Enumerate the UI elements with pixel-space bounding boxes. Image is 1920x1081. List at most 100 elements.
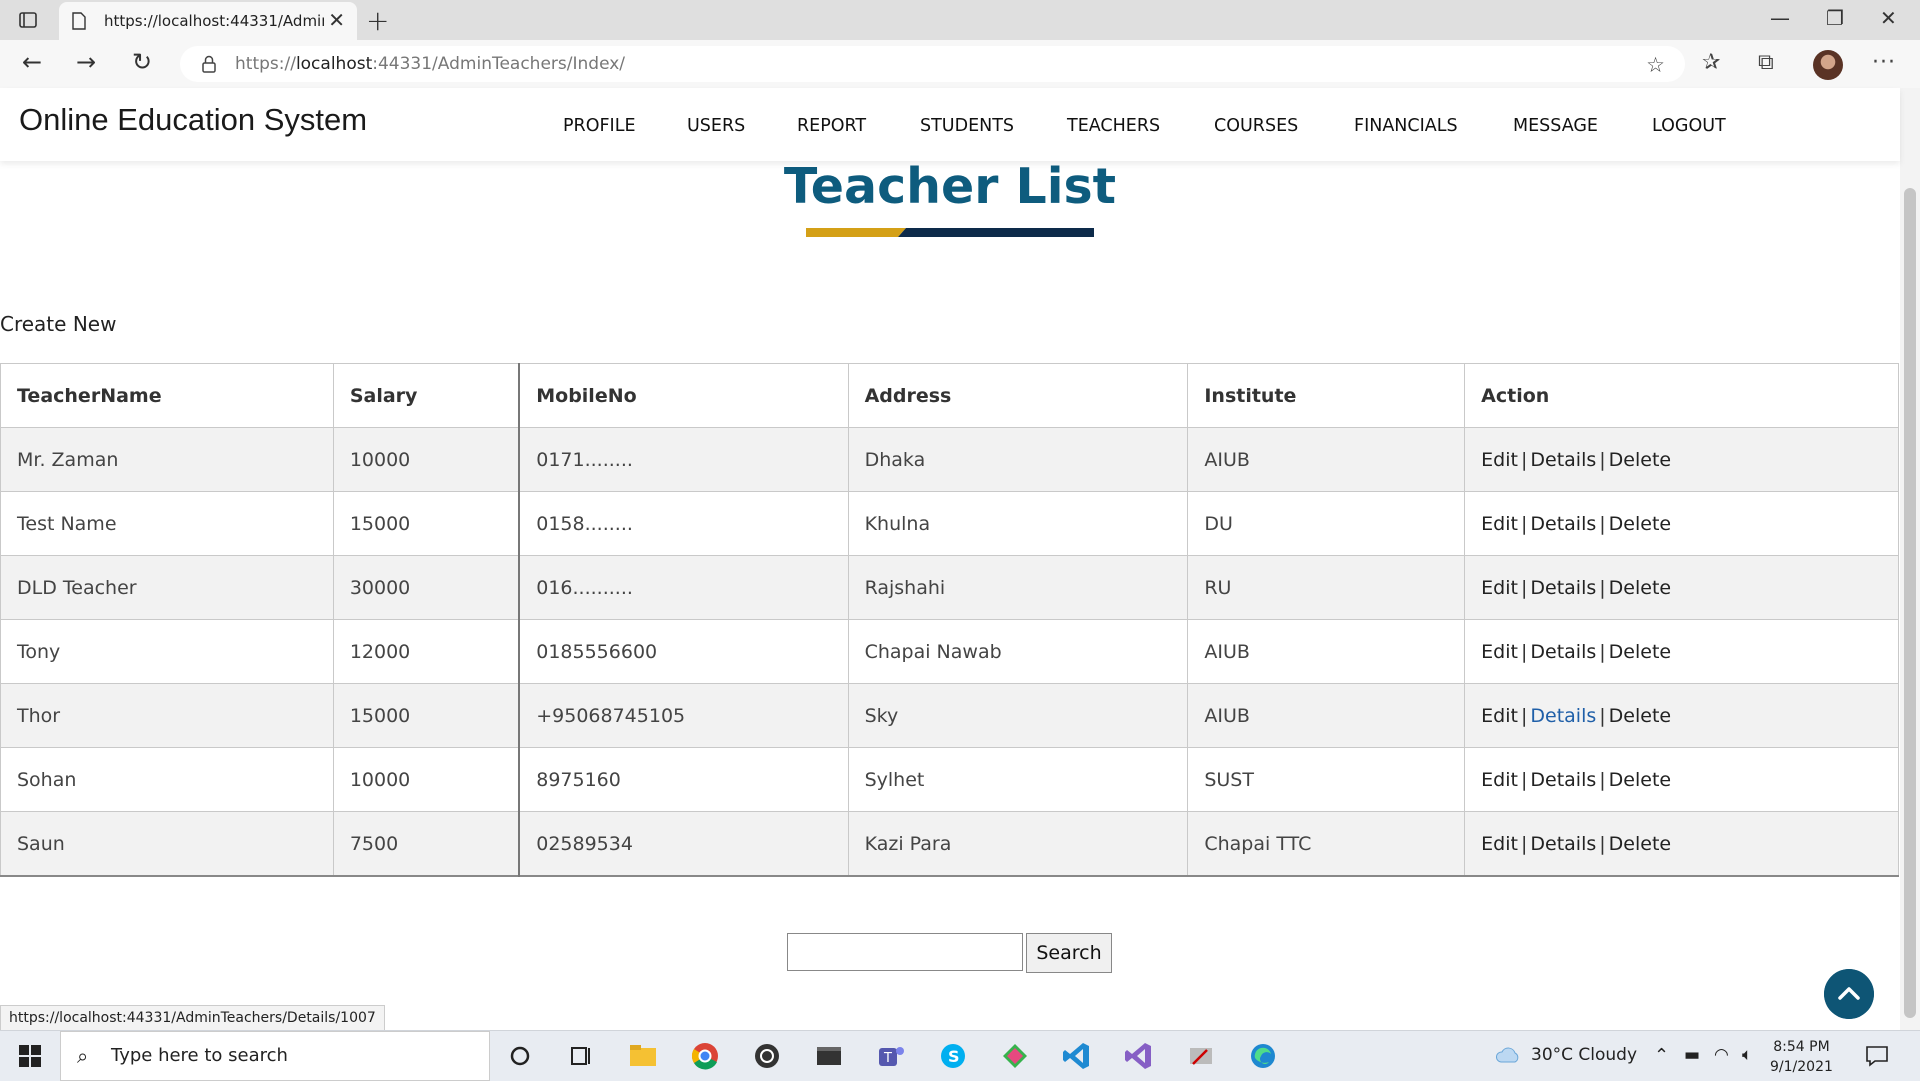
more-icon[interactable]: ··· (1872, 50, 1896, 75)
scrollbar-thumb[interactable] (1904, 188, 1916, 1018)
browser-tab-active[interactable]: https://localhost:44331/AdminTe ✕ (59, 2, 357, 40)
add-favorite-icon[interactable]: ☆ (1646, 53, 1665, 77)
weather-text[interactable]: 30°C Cloudy (1531, 1045, 1637, 1065)
volume-icon[interactable]: 🔈︎ (1742, 1045, 1752, 1065)
cell-salary: 30000 (332, 555, 520, 620)
cell-salary: 15000 (332, 491, 520, 556)
windows-start-icon[interactable] (18, 1044, 42, 1068)
collections-icon[interactable]: ⧉ (1758, 50, 1774, 75)
header-salary[interactable]: Salary (332, 363, 520, 428)
taskbar-clock[interactable]: 8:54 PM 9/1/2021 (1770, 1037, 1833, 1077)
vscode-icon[interactable] (1061, 1040, 1093, 1072)
cell-teachername: DLD Teacher (0, 555, 334, 620)
search-input[interactable] (787, 933, 1023, 971)
close-tab-icon[interactable]: ✕ (328, 8, 345, 32)
back-icon[interactable]: ← (22, 48, 42, 76)
details-link[interactable]: Details (1530, 513, 1596, 535)
wifi-icon[interactable]: ◠ (1714, 1045, 1729, 1065)
nav-profile[interactable]: PROFILE (563, 116, 636, 136)
header-mobileno[interactable]: MobileNo (518, 363, 849, 428)
nav-logout[interactable]: LOGOUT (1652, 116, 1726, 136)
cell-mobileno: 0158........ (518, 491, 849, 556)
teams-icon[interactable]: T (875, 1040, 907, 1072)
refresh-icon[interactable]: ↻ (132, 48, 152, 76)
cell-teachername: Thor (0, 683, 334, 748)
edit-link[interactable]: Edit (1481, 577, 1518, 599)
nav-students[interactable]: STUDENTS (920, 116, 1014, 136)
details-link[interactable]: Details (1530, 833, 1596, 855)
obs-icon[interactable] (751, 1040, 783, 1072)
delete-link[interactable]: Delete (1609, 833, 1671, 855)
header-teachername[interactable]: TeacherName (0, 363, 334, 428)
sql-server-icon[interactable] (1185, 1040, 1217, 1072)
nav-teachers[interactable]: TEACHERS (1067, 116, 1160, 136)
task-view-icon[interactable] (565, 1040, 597, 1072)
profile-avatar[interactable] (1813, 50, 1843, 80)
edit-link[interactable]: Edit (1481, 705, 1518, 727)
forward-icon[interactable]: → (76, 48, 96, 76)
cell-address: Khulna (847, 491, 1189, 556)
brand-title[interactable]: Online Education System (19, 102, 367, 138)
url-text: https://localhost:44331/AdminTeachers/In… (235, 54, 626, 74)
battery-icon[interactable]: ▬ (1684, 1045, 1700, 1065)
details-link[interactable]: Details (1530, 641, 1596, 663)
new-tab-icon[interactable]: + (366, 4, 389, 37)
visual-studio-icon[interactable] (1123, 1040, 1155, 1072)
cell-actions: Edit | Details | Delete (1464, 747, 1899, 812)
cell-actions: Edit | Details | Delete (1464, 555, 1899, 620)
cell-salary: 10000 (332, 747, 520, 812)
tab-actions-icon[interactable] (18, 10, 38, 30)
nav-users[interactable]: USERS (687, 116, 745, 136)
edit-link[interactable]: Edit (1481, 449, 1518, 471)
gitkraken-icon[interactable] (999, 1040, 1031, 1072)
search-icon: ⌕ (77, 1044, 89, 1068)
chrome-icon[interactable] (689, 1040, 721, 1072)
delete-link[interactable]: Delete (1609, 705, 1671, 727)
search-button[interactable]: Search (1026, 933, 1112, 973)
cell-address: Chapai Nawab (847, 619, 1189, 684)
chevron-up-icon[interactable]: ⌃ (1654, 1045, 1669, 1066)
edit-link[interactable]: Edit (1481, 833, 1518, 855)
taskbar-search[interactable]: ⌕ Type here to search (60, 1031, 490, 1081)
minimize-icon[interactable]: — (1770, 6, 1790, 30)
lock-icon[interactable] (200, 54, 218, 74)
header-address[interactable]: Address (847, 363, 1189, 428)
nav-report[interactable]: REPORT (797, 116, 866, 136)
nav-message[interactable]: MESSAGE (1513, 116, 1598, 136)
restore-icon[interactable]: ❐ (1826, 6, 1844, 30)
action-separator: | (1520, 512, 1528, 535)
delete-link[interactable]: Delete (1609, 769, 1671, 791)
edit-link[interactable]: Edit (1481, 513, 1518, 535)
cell-actions: Edit | Details | Delete (1464, 491, 1899, 556)
nav-courses[interactable]: COURSES (1214, 116, 1298, 136)
url-field[interactable]: https://localhost:44331/AdminTeachers/In… (180, 46, 1685, 82)
cell-salary: 7500 (332, 811, 520, 877)
cell-actions: Edit | Details | Delete (1464, 619, 1899, 684)
nav-financials[interactable]: FINANCIALS (1354, 116, 1458, 136)
delete-link[interactable]: Delete (1609, 577, 1671, 599)
delete-link[interactable]: Delete (1609, 449, 1671, 471)
skype-icon[interactable]: S (937, 1040, 969, 1072)
details-link[interactable]: Details (1530, 577, 1596, 599)
cortana-icon[interactable] (504, 1040, 536, 1072)
favorites-icon[interactable]: ✰ (1702, 50, 1720, 75)
delete-link[interactable]: Delete (1609, 641, 1671, 663)
details-link[interactable]: Details (1530, 769, 1596, 791)
table-header-row: TeacherName Salary MobileNo Address Inst… (0, 363, 1899, 428)
notifications-icon[interactable] (1865, 1045, 1889, 1067)
file-explorer-icon[interactable] (627, 1040, 659, 1072)
terminal-icon[interactable] (813, 1040, 845, 1072)
edit-link[interactable]: Edit (1481, 769, 1518, 791)
delete-link[interactable]: Delete (1609, 513, 1671, 535)
edit-link[interactable]: Edit (1481, 641, 1518, 663)
cell-address: Kazi Para (847, 811, 1189, 877)
details-link[interactable]: Details (1530, 449, 1596, 471)
create-new-link[interactable]: Create New (0, 312, 116, 336)
page-scrollbar[interactable] (1900, 88, 1920, 1030)
close-window-icon[interactable]: ✕ (1880, 6, 1897, 30)
edge-icon[interactable] (1247, 1040, 1279, 1072)
details-link[interactable]: Details (1530, 705, 1596, 727)
scroll-to-top-button[interactable] (1824, 969, 1874, 1019)
weather-icon (1495, 1047, 1519, 1063)
header-institute[interactable]: Institute (1187, 363, 1466, 428)
